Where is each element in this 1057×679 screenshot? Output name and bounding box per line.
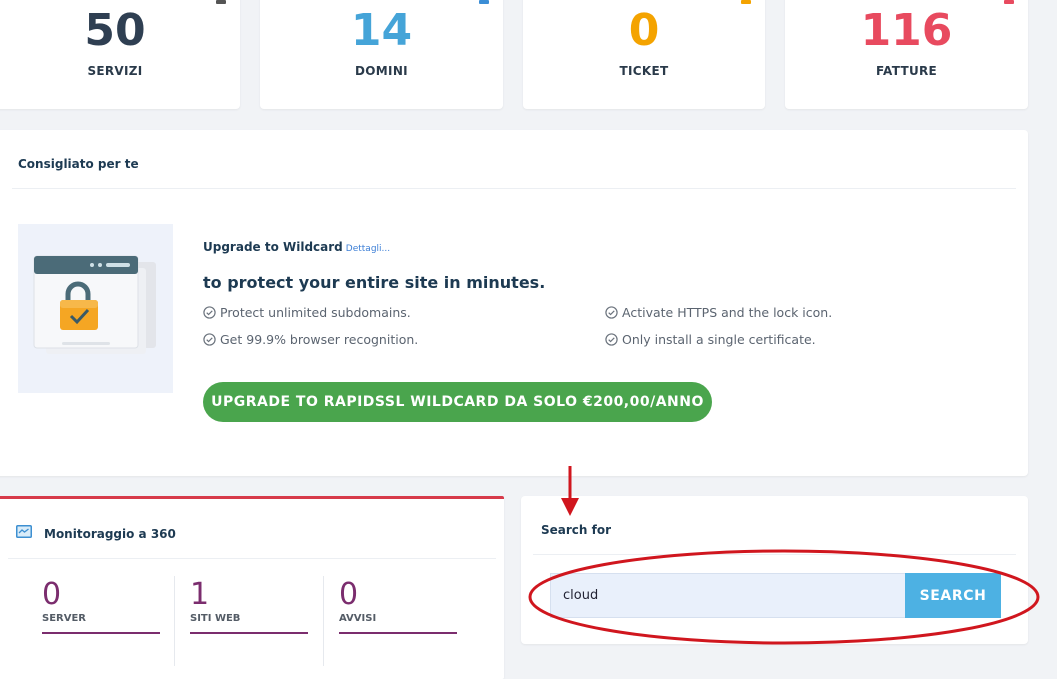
- stat-value: 0: [628, 5, 660, 56]
- stat-value: 116: [860, 5, 953, 56]
- upgrade-wildcard-button[interactable]: UPGRADE TO RAPIDSSL WILDCARD DA SOLO €20…: [203, 382, 712, 422]
- monitor-value: 0: [339, 577, 359, 612]
- stat-icon: [1004, 0, 1014, 4]
- monitor-bar: [339, 632, 457, 634]
- upgrade-headline: to protect your entire site in minutes.: [203, 273, 546, 292]
- monitor-icon: [16, 525, 32, 538]
- search-title: Search for: [541, 523, 612, 537]
- feature-item: Protect unlimited subdomains.: [203, 305, 411, 320]
- check-circle-icon: [605, 306, 618, 319]
- monitor-label: SITI WEB: [190, 613, 241, 624]
- divider: [12, 188, 1016, 189]
- monitor-bar: [42, 632, 160, 634]
- stat-icon: [479, 0, 489, 4]
- monitoring-title: Monitoraggio a 360: [44, 527, 176, 541]
- monitor-stat-siti-web[interactable]: 1 SITI WEB: [190, 577, 308, 634]
- stat-label: DOMINI: [355, 64, 408, 78]
- check-circle-icon: [605, 333, 618, 346]
- stat-card-ticket[interactable]: 0 TICKET: [523, 0, 765, 109]
- arrow-down-annotation: [561, 466, 579, 516]
- upgrade-title-text: Upgrade to Wildcard: [203, 240, 343, 254]
- ssl-lock-illustration: [18, 224, 173, 393]
- check-circle-icon: [203, 306, 216, 319]
- monitor-label: SERVER: [42, 613, 87, 624]
- stat-label: TICKET: [619, 64, 669, 78]
- stat-card-fatture[interactable]: 116 FATTURE: [785, 0, 1028, 109]
- divider: [533, 554, 1016, 555]
- monitoring-card: Monitoraggio a 360 0 SERVER 1 SITI WEB 0…: [0, 496, 504, 679]
- details-link[interactable]: Dettagli...: [346, 244, 390, 254]
- column-divider: [323, 576, 324, 666]
- monitor-stat-avvisi[interactable]: 0 AVVISI: [339, 577, 457, 634]
- feature-text: Protect unlimited subdomains.: [220, 305, 411, 320]
- column-divider: [174, 576, 175, 666]
- monitor-value: 1: [190, 577, 210, 612]
- divider: [8, 558, 496, 559]
- upgrade-title: Upgrade to Wildcard Dettagli...: [203, 240, 390, 254]
- recommended-title: Consigliato per te: [18, 157, 139, 171]
- monitor-value: 0: [42, 577, 62, 612]
- stat-value: 14: [350, 5, 413, 56]
- feature-item: Get 99.9% browser recognition.: [203, 332, 418, 347]
- feature-text: Get 99.9% browser recognition.: [220, 332, 419, 347]
- search-input[interactable]: [550, 573, 906, 618]
- stat-label: FATTURE: [875, 64, 938, 78]
- stat-card-domini[interactable]: 14 DOMINI: [260, 0, 503, 109]
- stat-icon: [741, 0, 751, 4]
- stat-value: 50: [84, 5, 146, 56]
- feature-text: Activate HTTPS and the lock icon.: [622, 305, 833, 320]
- stat-label: SERVIZI: [87, 64, 143, 78]
- search-card: Search for SEARCH: [521, 496, 1028, 644]
- monitor-bar: [190, 632, 308, 634]
- monitor-stat-server[interactable]: 0 SERVER: [42, 577, 160, 634]
- stat-icon: [216, 0, 226, 4]
- stat-card-servizi[interactable]: 50 SERVIZI: [0, 0, 240, 109]
- feature-text: Only install a single certificate.: [622, 332, 816, 347]
- feature-item: Only install a single certificate.: [605, 332, 816, 347]
- monitor-label: AVVISI: [339, 613, 377, 624]
- check-circle-icon: [203, 333, 216, 346]
- feature-item: Activate HTTPS and the lock icon.: [605, 305, 832, 320]
- search-button[interactable]: SEARCH: [905, 573, 1001, 618]
- recommended-card: Consigliato per te Upgrade to Wildcard De…: [0, 130, 1028, 476]
